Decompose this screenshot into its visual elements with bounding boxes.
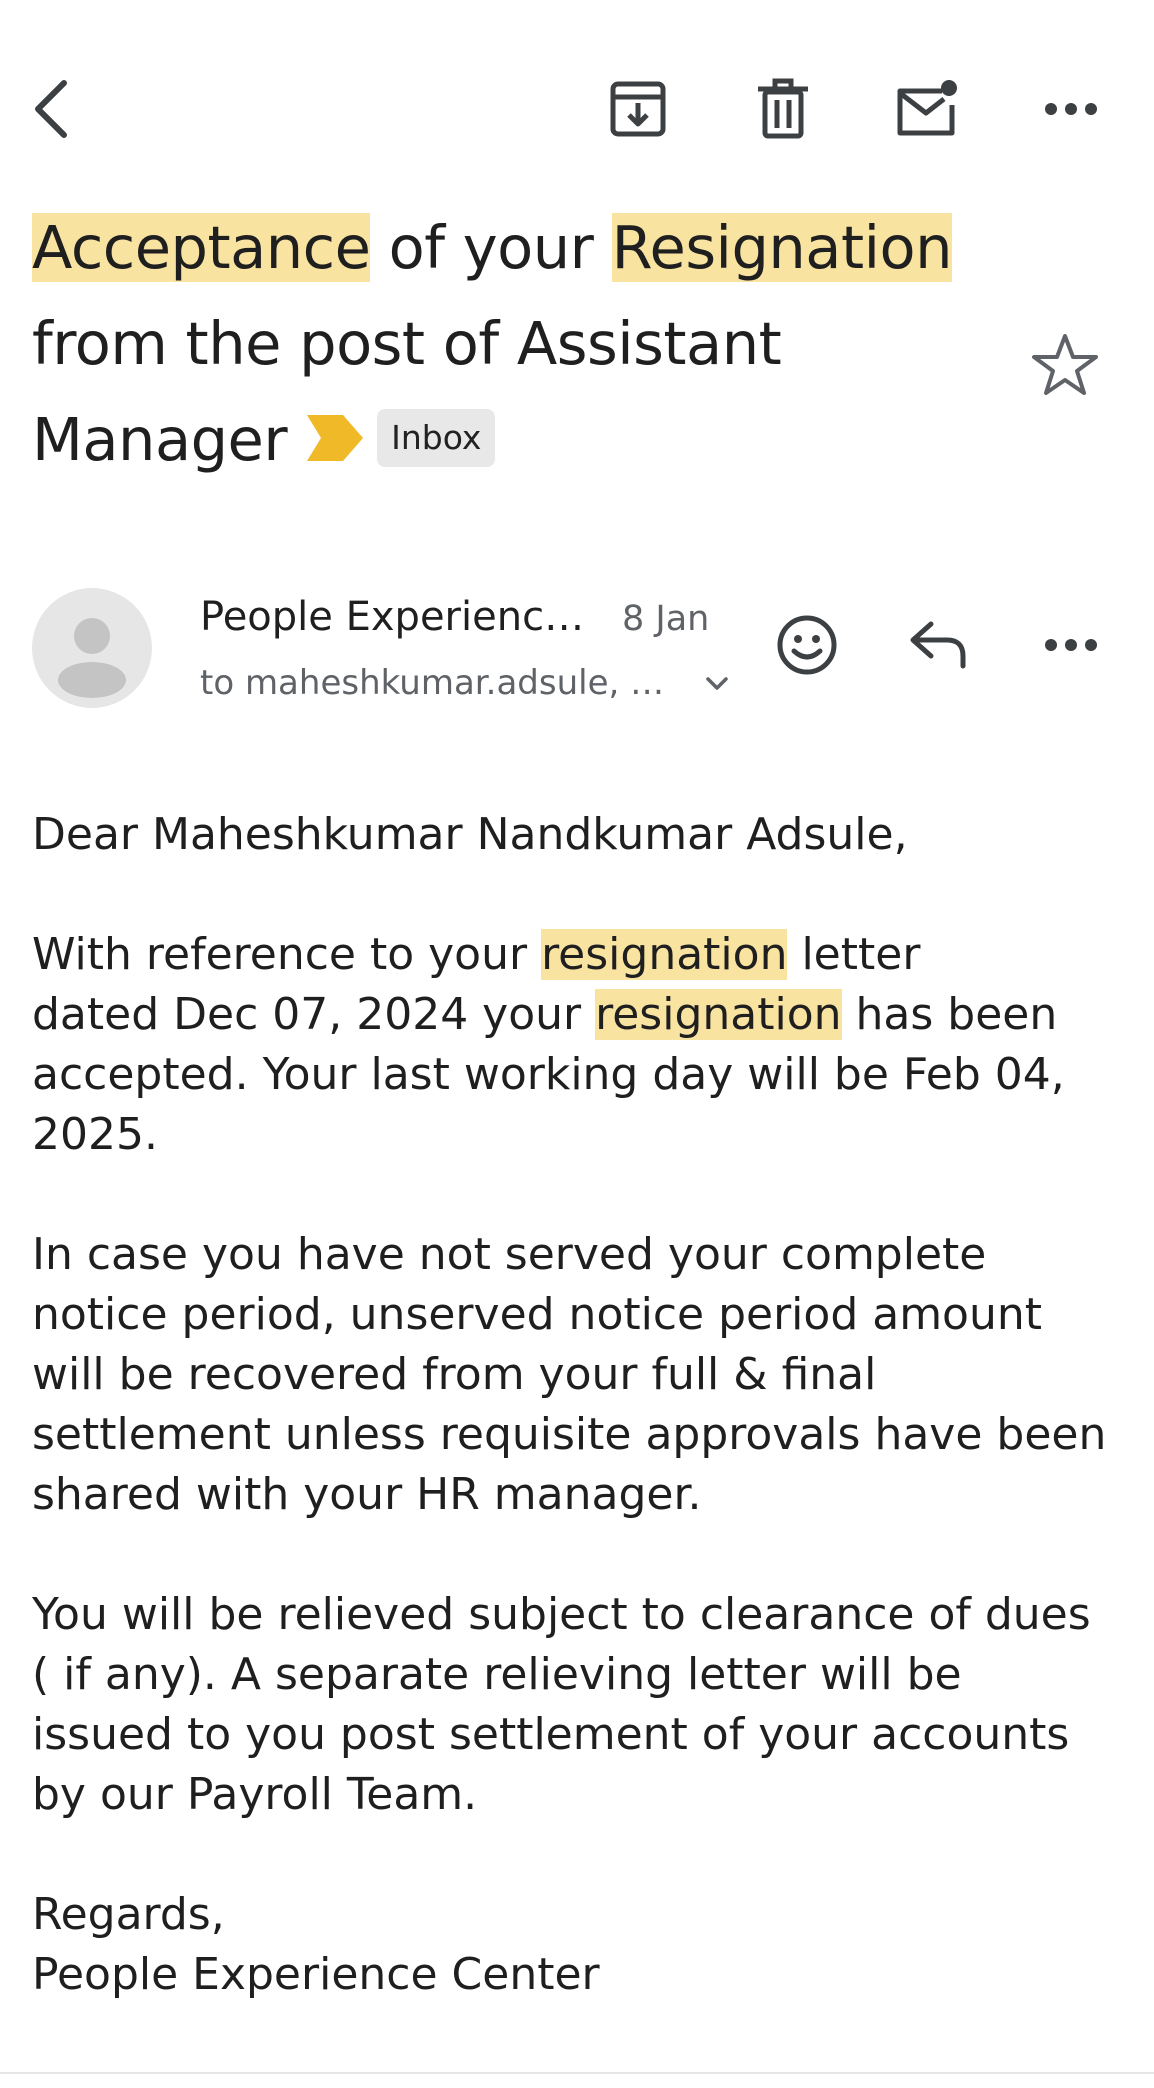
body-paragraph-3: You will be relieved subject to clearanc…: [32, 1585, 1122, 1825]
body-line: dated Dec 07, 2024 your resignation has …: [32, 985, 1122, 1045]
email-subject: Acceptance of your Resignation from the …: [32, 200, 1032, 488]
body-paragraph-2: In case you have not served your complet…: [32, 1225, 1122, 1525]
more-options-button[interactable]: [1026, 64, 1116, 154]
body-text: letter: [787, 929, 921, 980]
star-button[interactable]: [1030, 330, 1110, 410]
body-line: will be recovered from your full & final: [32, 1349, 877, 1400]
smiley-icon: [777, 615, 837, 675]
signature-line: Regards,: [32, 1889, 225, 1940]
chevron-down-icon[interactable]: [700, 666, 734, 700]
top-toolbar: [0, 0, 1154, 200]
subject-line-1: Acceptance of your Resignation: [32, 200, 1032, 296]
body-line: With reference to your resignation lette…: [32, 925, 1122, 985]
highlight-resignation: resignation: [595, 989, 842, 1040]
body-line: accepted. Your last working day will be …: [32, 1049, 1065, 1100]
subject-highlight-resignation: Resignation: [611, 213, 952, 282]
signature-line: People Experience Center: [32, 1949, 600, 2000]
body-line: ( if any). A separate relieving letter w…: [32, 1649, 962, 1700]
sender-name[interactable]: People Experience…: [200, 592, 600, 642]
body-text: dated Dec 07, 2024 your: [32, 989, 596, 1040]
email-body: Dear Maheshkumar Nandkumar Adsule, With …: [32, 805, 1122, 2005]
subject-text-manager: Manager: [32, 405, 288, 474]
back-button[interactable]: [6, 64, 96, 154]
inbox-label-chip[interactable]: Inbox: [377, 408, 496, 467]
body-line: 2025.: [32, 1109, 158, 1160]
archive-button[interactable]: [593, 64, 683, 154]
body-line: by our Payroll Team.: [32, 1769, 478, 1820]
recipients-summary[interactable]: to maheshkumar.adsule, s…: [200, 660, 680, 706]
body-line: issued to you post settlement of your ac…: [32, 1709, 1070, 1760]
message-date: 8 Jan: [622, 599, 710, 639]
message-header: People Experience… 8 Jan to maheshkumar.…: [0, 580, 1154, 720]
bottom-divider: [0, 2072, 1154, 2074]
mark-unread-button[interactable]: [882, 64, 972, 154]
body-line: settlement unless requisite approvals ha…: [32, 1409, 1107, 1460]
more-horizontal-icon: [1045, 639, 1097, 651]
body-line: notice period, unserved notice period am…: [32, 1289, 1043, 1340]
body-line: shared with your HR manager.: [32, 1469, 702, 1520]
mark-unread-icon: [897, 80, 957, 136]
importance-marker-icon[interactable]: [307, 414, 364, 461]
highlight-resignation: resignation: [541, 929, 788, 980]
body-text: has been: [841, 989, 1058, 1040]
trash-icon: [758, 78, 808, 139]
default-avatar-icon: [58, 618, 126, 698]
star-icon: [1032, 334, 1098, 395]
body-line: You will be relieved subject to clearanc…: [32, 1589, 1091, 1640]
subject-line-2: from the post of Assistant: [32, 309, 782, 378]
sender-avatar[interactable]: [32, 588, 152, 708]
subject-text: of your: [370, 213, 612, 282]
body-line: In case you have not served your complet…: [32, 1229, 987, 1280]
reply-button[interactable]: [894, 600, 984, 690]
more-horizontal-icon: [1045, 103, 1097, 115]
body-text: With reference to your: [32, 929, 542, 980]
body-paragraph-1: With reference to your resignation lette…: [32, 925, 1122, 1165]
archive-icon: [610, 81, 666, 137]
back-arrow-icon: [35, 80, 67, 138]
greeting: Dear Maheshkumar Nandkumar Adsule,: [32, 809, 908, 860]
reply-icon: [910, 621, 966, 669]
delete-button[interactable]: [738, 64, 828, 154]
signature: Regards, People Experience Center: [32, 1885, 1122, 2005]
subject-highlight-acceptance: Acceptance: [32, 213, 371, 282]
subject-line-3: Manager Inbox: [32, 392, 1032, 488]
message-more-button[interactable]: [1026, 600, 1116, 690]
add-reaction-button[interactable]: [762, 600, 852, 690]
